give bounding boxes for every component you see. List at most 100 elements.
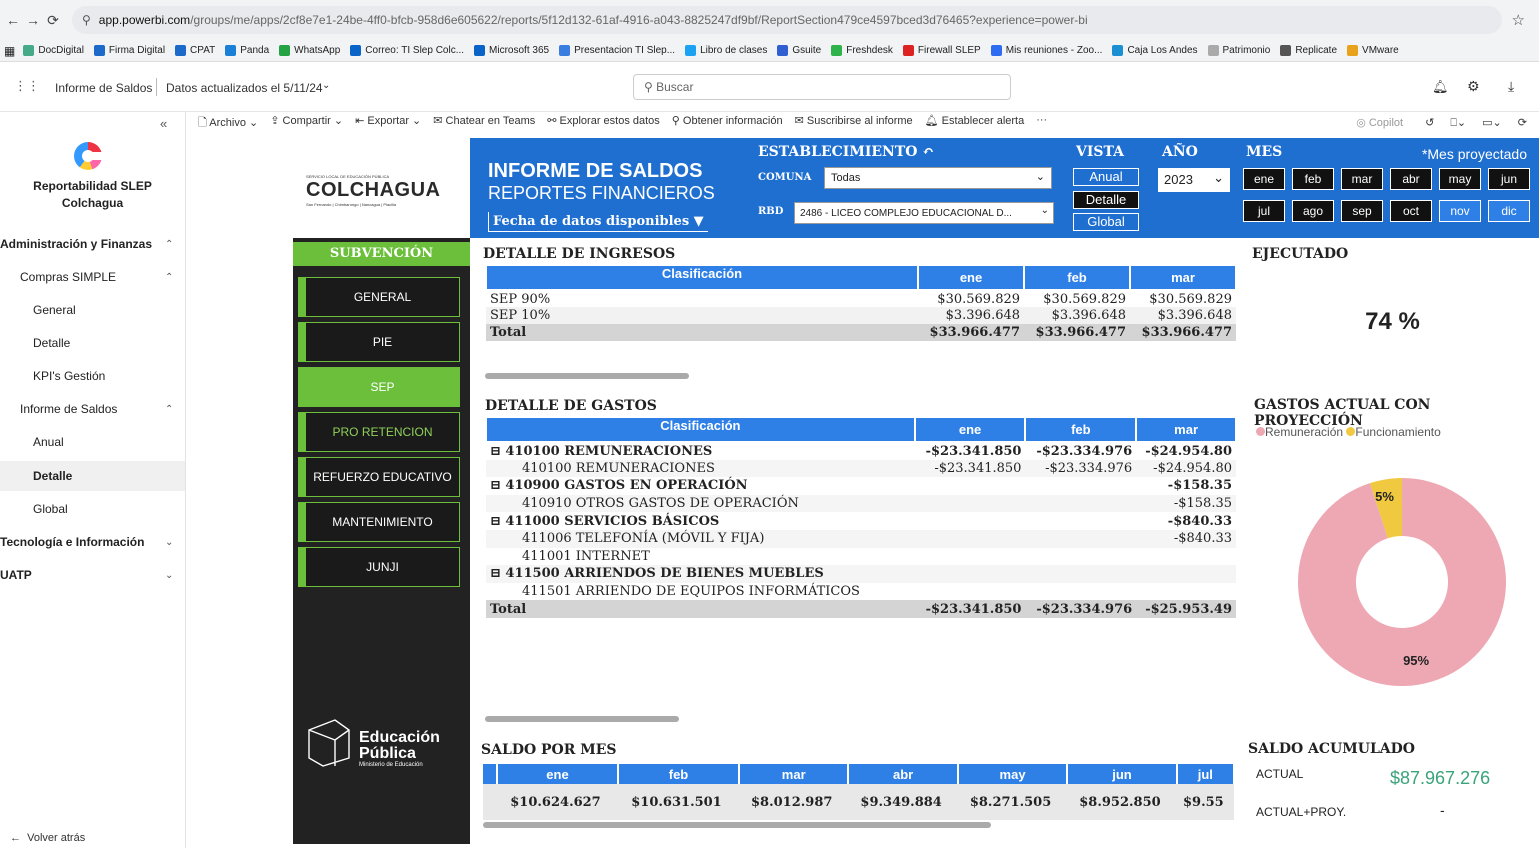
refresh-icon[interactable]: ⟳ (1518, 116, 1527, 130)
bookmark-item[interactable]: Libro de clases (685, 45, 767, 56)
column-header[interactable]: Clasificación (484, 266, 920, 291)
bell-icon[interactable]: 🔔︎ (1432, 79, 1449, 95)
toolbar-explorar-estos-datos-button[interactable]: ⚯ Explorar estos datos (547, 114, 660, 133)
vista-button-global[interactable]: Global (1073, 213, 1139, 231)
bookmark-item[interactable]: Presentacion TI Slep... (559, 45, 675, 56)
month-button-may[interactable]: may (1439, 168, 1481, 190)
month-button-ago[interactable]: ago (1292, 200, 1334, 222)
apps-grid-icon[interactable]: ▦ (4, 44, 15, 58)
reload-icon[interactable]: ⟳ (46, 12, 60, 29)
column-header[interactable]: mar (1135, 418, 1237, 443)
bookmark-item[interactable]: Freshdesk (831, 45, 893, 56)
anio-dropdown[interactable]: 2023 ⌄ (1158, 168, 1230, 192)
subvencion-button-general[interactable]: GENERAL (298, 277, 460, 317)
scrollbar[interactable] (485, 373, 689, 379)
nav-item-tecnolog-a-e-informaci-n[interactable]: Tecnología e Información ⌄ (0, 527, 185, 557)
column-header[interactable]: jul (1176, 764, 1236, 784)
reset-icon[interactable]: ↺ (1425, 116, 1434, 130)
vista-button-anual[interactable]: Anual (1073, 168, 1139, 186)
app-launcher-icon[interactable]: ⋮⋮ (14, 78, 40, 94)
subvencion-button-pro-retencion[interactable]: PRO RETENCION (298, 412, 460, 452)
back-arrow-icon[interactable]: ← (6, 12, 20, 28)
month-button-ene[interactable]: ene (1243, 168, 1285, 190)
column-header[interactable]: may (957, 764, 1069, 784)
subvencion-button-mantenimiento[interactable]: MANTENIMIENTO (298, 502, 460, 542)
toolbar-establecer-alerta-button[interactable]: 🔔︎ Establecer alerta (925, 114, 1025, 133)
site-info-icon[interactable]: ⚲ (82, 13, 91, 27)
gear-icon[interactable]: ⚙ (1467, 78, 1480, 95)
subvencion-button-pie[interactable]: PIE (298, 322, 460, 362)
back-link[interactable]: ← Volver atrás (10, 832, 85, 844)
toolbar-obtener-informaci-n-button[interactable]: ⚲ Obtener información (672, 114, 783, 133)
month-button-sep[interactable]: sep (1341, 200, 1383, 222)
month-button-oct[interactable]: oct (1390, 200, 1432, 222)
nav-item-informe-de-saldos[interactable]: Informe de Saldos ⌃ (0, 394, 185, 424)
scrollbar[interactable] (483, 822, 991, 828)
app-name[interactable]: Informe de Saldos (55, 81, 152, 95)
month-button-feb[interactable]: feb (1292, 168, 1334, 190)
toolbar-compartir-button[interactable]: ⇪ Compartir ⌄ (270, 114, 343, 133)
nav-item-administraci-n-y-finanzas[interactable]: Administración y Finanzas ⌃ (0, 229, 185, 259)
month-button-nov[interactable]: nov (1439, 200, 1481, 222)
bookmark-item[interactable]: Patrimonio (1207, 45, 1270, 56)
column-header[interactable]: mar (1129, 266, 1237, 291)
column-header[interactable]: abr (848, 764, 959, 784)
column-header[interactable]: ene (917, 266, 1026, 291)
search-input[interactable]: ⚲ Buscar (633, 74, 1011, 100)
data-updated-label[interactable]: Datos actualizados el 5/11/24 (166, 81, 323, 95)
nav-item-detalle[interactable]: Detalle (0, 328, 185, 358)
donut-slice-remuneración[interactable] (1298, 478, 1506, 686)
bookmark-item[interactable]: DocDigital (23, 45, 84, 56)
column-header[interactable]: feb (1024, 418, 1138, 443)
forward-arrow-icon[interactable]: → (26, 12, 40, 28)
bookmark-item[interactable]: Mis reuniones - Zoo... (990, 45, 1102, 56)
column-header[interactable]: Clasificación (485, 418, 916, 443)
toolbar-suscribirse-al-informe-button[interactable]: ✉ Suscribirse al informe (795, 114, 913, 133)
month-button-mar[interactable]: mar (1341, 168, 1383, 190)
bookmark-item[interactable]: CPAT (175, 45, 215, 56)
month-button-abr[interactable]: abr (1390, 168, 1432, 190)
bookmark-item[interactable]: VMware (1347, 45, 1399, 56)
comuna-dropdown[interactable]: Todas ⌄ (824, 167, 1052, 189)
month-button-dic[interactable]: dic (1488, 200, 1530, 222)
column-header[interactable]: ene (913, 418, 1027, 443)
bookmark-item[interactable]: Microsoft 365 (474, 45, 549, 56)
chevron-down-icon[interactable]: ⌄ (322, 80, 330, 91)
bookmark-item[interactable]: Replicate (1280, 45, 1337, 56)
bookmark-item[interactable]: WhatsApp (279, 45, 340, 56)
toolbar-chatear-en-teams-button[interactable]: ✉ Chatear en Teams (433, 114, 535, 133)
column-header[interactable]: feb (1023, 266, 1131, 291)
month-button-jul[interactable]: jul (1243, 200, 1285, 222)
column-header[interactable]: feb (618, 764, 740, 784)
column-header[interactable]: ene (497, 764, 619, 784)
bookmark-item[interactable]: Firewall SLEP (902, 45, 981, 56)
nav-item-general[interactable]: General (0, 295, 185, 325)
nav-item-uatp[interactable]: UATP ⌄ (0, 560, 185, 590)
fecha-dropdown[interactable]: Fecha de datos disponibles ▼ (488, 212, 708, 232)
bookmark-item[interactable]: Correo: TI Slep Colc... (350, 45, 464, 56)
nav-item-kpi-s-gesti-n[interactable]: KPI's Gestión (0, 361, 185, 391)
nav-item-detalle[interactable]: Detalle (0, 461, 185, 491)
view-icon[interactable]: ▭⌄ (1482, 116, 1502, 130)
subvencion-button-junji[interactable]: JUNJI (298, 547, 460, 587)
rbd-dropdown[interactable]: 2486 - LICEO COMPLEJO EDUCACIONAL D... ⌄ (794, 202, 1054, 224)
subvencion-button-refuerzo-educativo[interactable]: REFUERZO EDUCATIVO (298, 457, 460, 497)
collapse-icon[interactable]: « (160, 116, 167, 131)
scrollbar[interactable] (485, 716, 679, 722)
bookmark-item[interactable]: Panda (225, 45, 269, 56)
bookmark-item[interactable]: Caja Los Andes (1112, 45, 1198, 56)
nav-item-compras-simple[interactable]: Compras SIMPLE ⌃ (0, 262, 185, 292)
vista-button-detalle[interactable]: Detalle (1073, 191, 1139, 209)
toolbar---button[interactable]: ··· (1036, 114, 1047, 133)
subvencion-button-sep[interactable]: SEP (298, 367, 460, 407)
column-header[interactable]: jun (1067, 764, 1178, 784)
bookmark-item[interactable]: Gsuite (777, 45, 821, 56)
url-field[interactable]: ⚲ app.powerbi.com/groups/me/apps/2cf8e7e… (72, 6, 1502, 34)
month-button-jun[interactable]: jun (1488, 168, 1530, 190)
nav-item-global[interactable]: Global (0, 494, 185, 524)
copilot-button[interactable]: ◎ Copilot (1356, 116, 1403, 130)
download-icon[interactable]: ⤓ (1508, 78, 1514, 95)
column-header[interactable]: mar (739, 764, 850, 784)
bookmark-icon[interactable]: ⎕⌄ (1450, 116, 1466, 130)
toolbar-exportar-button[interactable]: ⇤ Exportar ⌄ (355, 114, 421, 133)
